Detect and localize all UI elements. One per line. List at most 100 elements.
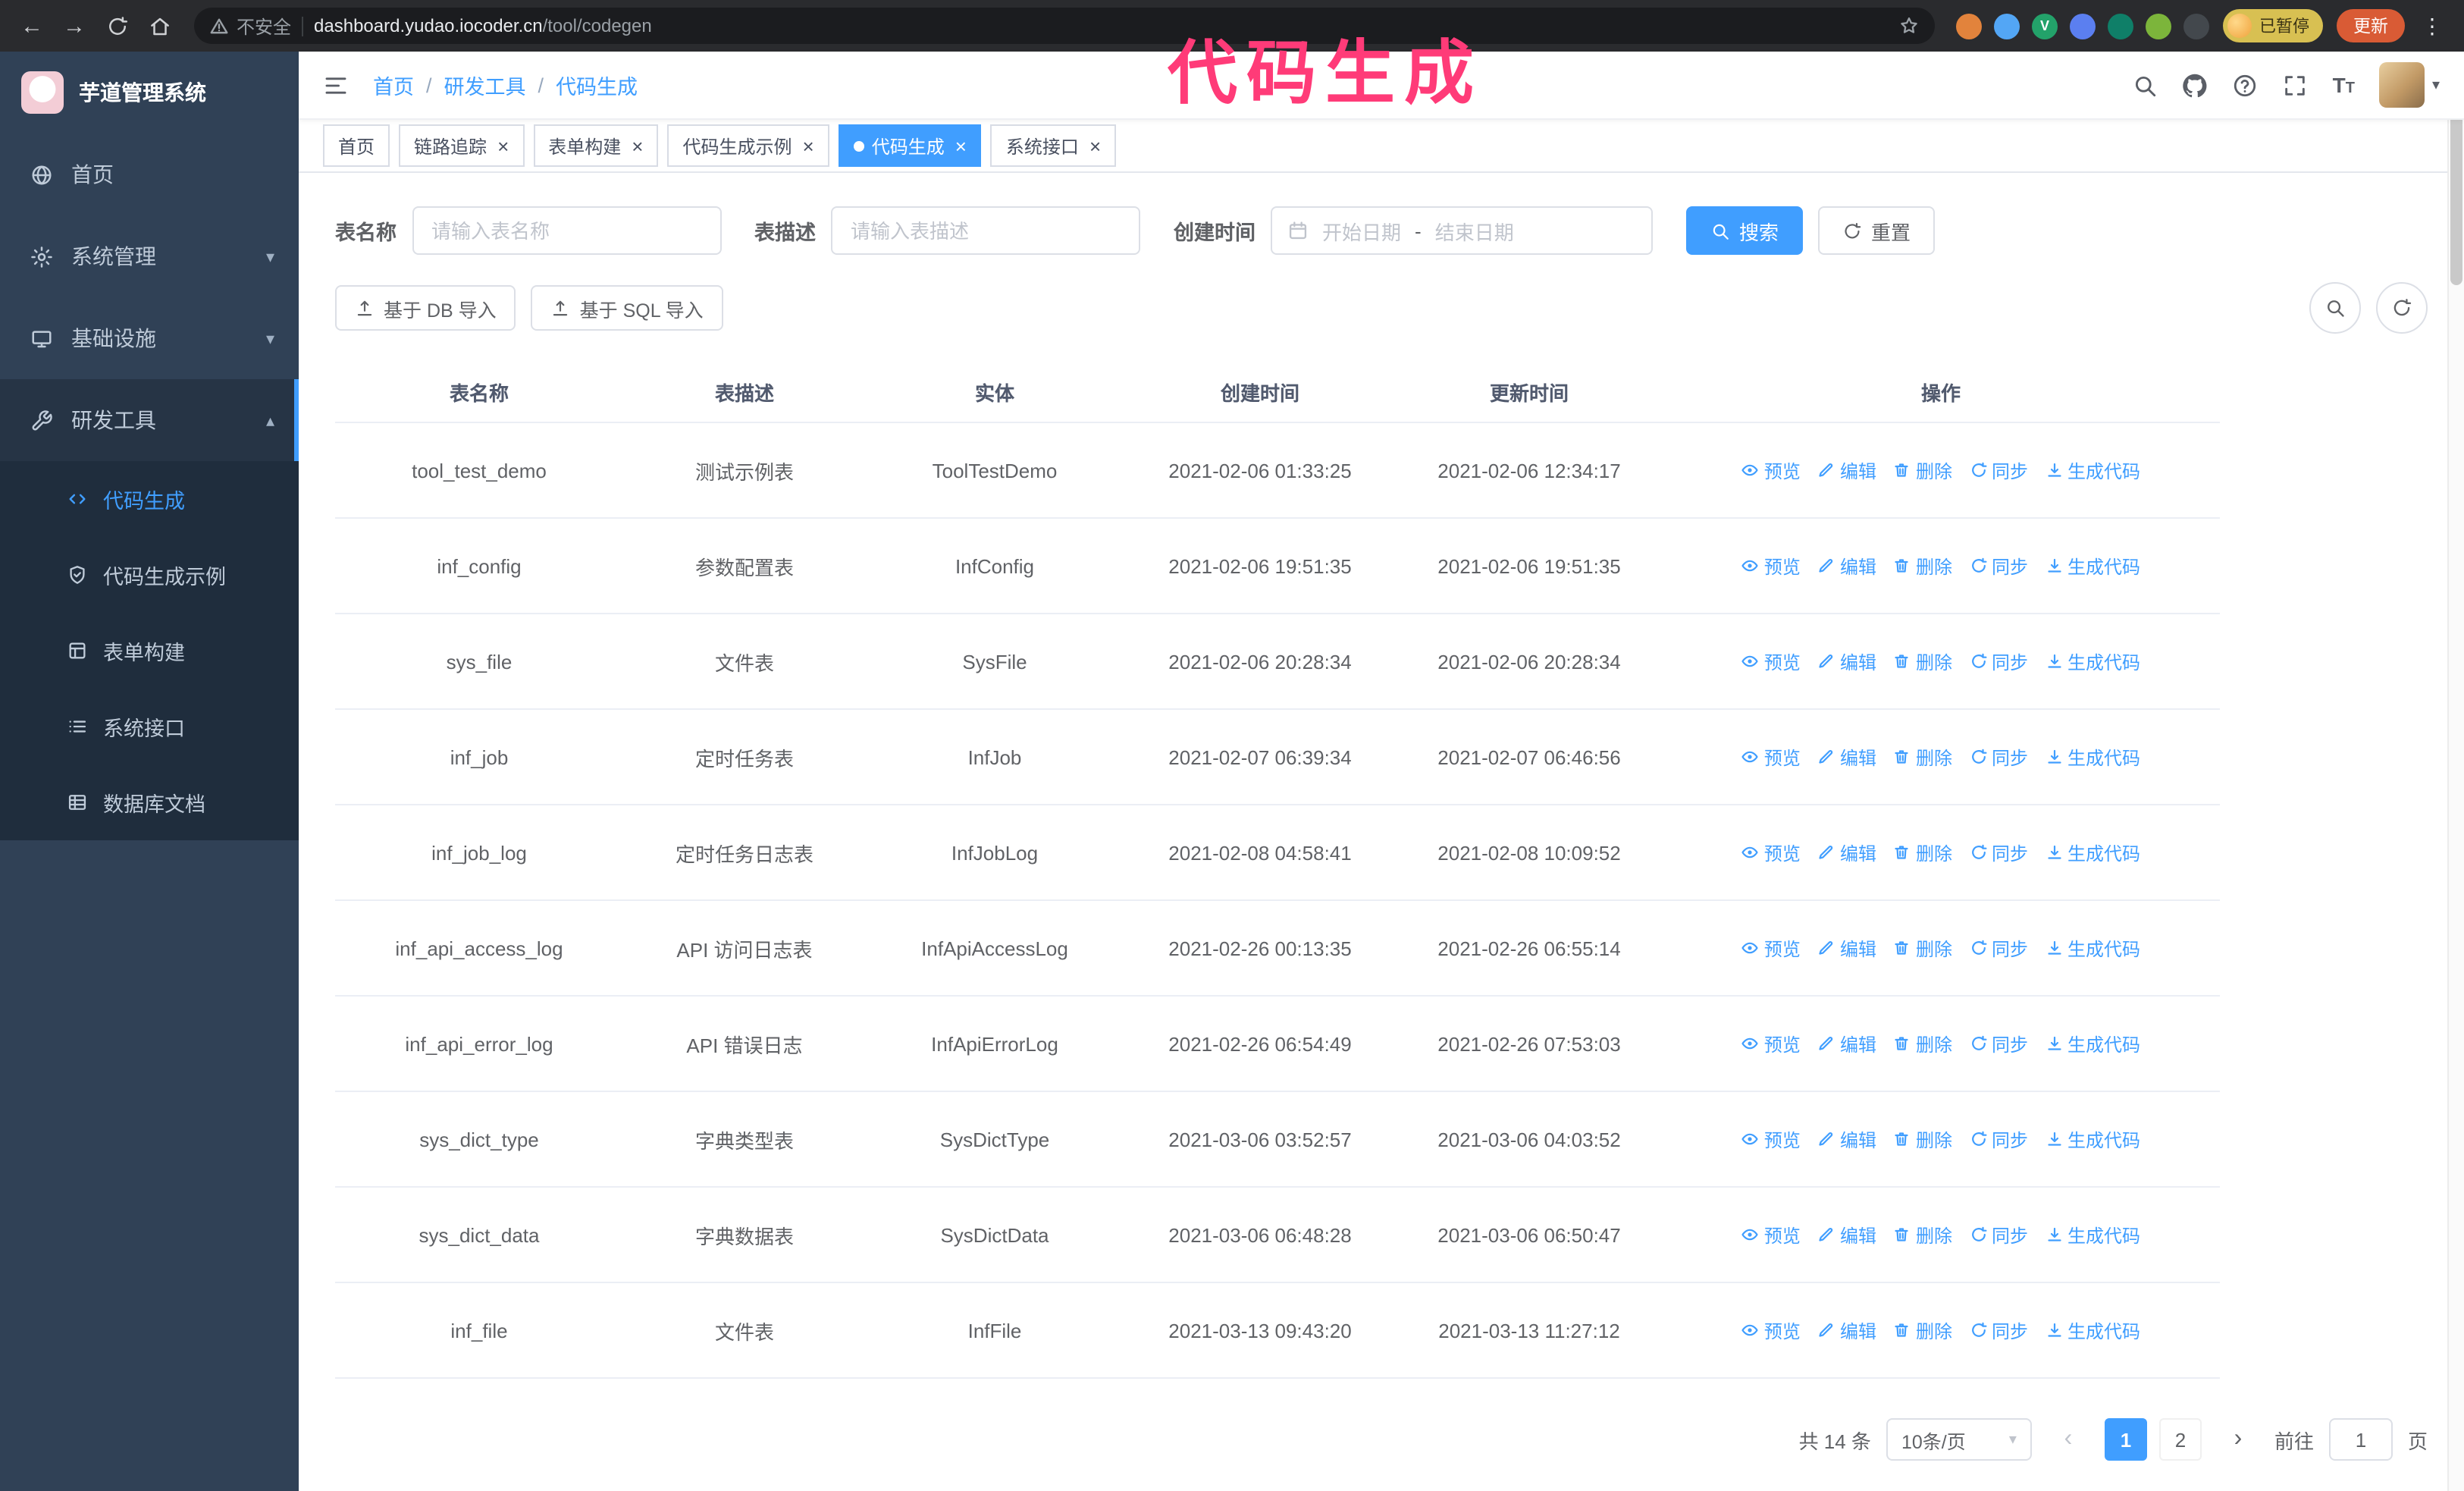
action-sync-link[interactable]: 同步 bbox=[1969, 935, 2028, 961]
import-db-button[interactable]: 基于 DB 导入 bbox=[335, 285, 516, 331]
extension-icon[interactable] bbox=[2108, 13, 2133, 39]
search-button[interactable]: 搜索 bbox=[1686, 206, 1804, 255]
action-delete-link[interactable]: 删除 bbox=[1893, 1031, 1952, 1056]
action-generate-link[interactable]: 生成代码 bbox=[2045, 1317, 2140, 1343]
browser-back-button[interactable]: ← bbox=[12, 6, 52, 46]
sidebar-toggle-icon[interactable] bbox=[323, 72, 349, 98]
sidebar-item-api[interactable]: 系统接口 bbox=[0, 689, 299, 764]
action-edit-link[interactable]: 编辑 bbox=[1817, 840, 1876, 865]
action-preview-link[interactable]: 预览 bbox=[1741, 1031, 1801, 1056]
tab-close-icon[interactable]: × bbox=[632, 136, 643, 155]
browser-forward-button[interactable]: → bbox=[55, 6, 94, 46]
date-range-picker[interactable]: 开始日期 - 结束日期 bbox=[1271, 206, 1653, 255]
action-edit-link[interactable]: 编辑 bbox=[1817, 1031, 1876, 1056]
page-size-select[interactable]: 10条/页 ▾ bbox=[1886, 1418, 2032, 1461]
action-generate-link[interactable]: 生成代码 bbox=[2045, 744, 2140, 770]
action-edit-link[interactable]: 编辑 bbox=[1817, 648, 1876, 674]
action-delete-link[interactable]: 删除 bbox=[1893, 1317, 1952, 1343]
tab-close-icon[interactable]: × bbox=[803, 136, 814, 155]
extension-icon[interactable] bbox=[2146, 13, 2171, 39]
action-sync-link[interactable]: 同步 bbox=[1969, 1222, 2028, 1248]
action-sync-link[interactable]: 同步 bbox=[1969, 840, 2028, 865]
action-edit-link[interactable]: 编辑 bbox=[1817, 1126, 1876, 1152]
toggle-search-button[interactable] bbox=[2309, 282, 2361, 334]
action-sync-link[interactable]: 同步 bbox=[1969, 1031, 2028, 1056]
github-icon[interactable] bbox=[2183, 72, 2209, 98]
action-generate-link[interactable]: 生成代码 bbox=[2045, 935, 2140, 961]
sidebar-item-codegen-example[interactable]: 代码生成示例 bbox=[0, 537, 299, 613]
action-delete-link[interactable]: 删除 bbox=[1893, 1222, 1952, 1248]
action-delete-link[interactable]: 删除 bbox=[1893, 457, 1952, 483]
goto-page-input[interactable] bbox=[2328, 1418, 2393, 1461]
prev-page-button[interactable]: ‹ bbox=[2046, 1418, 2089, 1461]
page-button-1[interactable]: 1 bbox=[2104, 1418, 2147, 1461]
action-delete-link[interactable]: 删除 bbox=[1893, 935, 1952, 961]
import-sql-button[interactable]: 基于 SQL 导入 bbox=[531, 285, 723, 331]
security-chip[interactable]: 不安全 bbox=[209, 13, 291, 39]
search-icon[interactable] bbox=[2133, 72, 2158, 98]
help-icon[interactable] bbox=[2233, 72, 2259, 98]
tab-close-icon[interactable]: × bbox=[1089, 136, 1101, 155]
table-name-input[interactable] bbox=[412, 206, 721, 255]
refresh-table-button[interactable] bbox=[2376, 282, 2428, 334]
action-preview-link[interactable]: 预览 bbox=[1741, 1222, 1801, 1248]
app-logo[interactable]: 芋道管理系统 bbox=[0, 52, 299, 133]
font-size-icon[interactable]: TT bbox=[2333, 74, 2355, 96]
tab-api[interactable]: 系统接口 × bbox=[990, 124, 1117, 167]
action-generate-link[interactable]: 生成代码 bbox=[2045, 1031, 2140, 1056]
sidebar-item-db-doc[interactable]: 数据库文档 bbox=[0, 764, 299, 840]
action-sync-link[interactable]: 同步 bbox=[1969, 1126, 2028, 1152]
action-generate-link[interactable]: 生成代码 bbox=[2045, 840, 2140, 865]
action-preview-link[interactable]: 预览 bbox=[1741, 744, 1801, 770]
action-sync-link[interactable]: 同步 bbox=[1969, 553, 2028, 579]
action-delete-link[interactable]: 删除 bbox=[1893, 840, 1952, 865]
page-button-2[interactable]: 2 bbox=[2158, 1418, 2202, 1461]
extension-icon[interactable]: V bbox=[2032, 13, 2058, 39]
tab-home[interactable]: 首页 bbox=[323, 124, 390, 167]
action-preview-link[interactable]: 预览 bbox=[1741, 840, 1801, 865]
bookmark-star-icon[interactable] bbox=[1898, 15, 1920, 36]
sidebar-item-devtools[interactable]: 研发工具 ▴ bbox=[0, 379, 299, 461]
extension-icon[interactable] bbox=[1994, 13, 2020, 39]
tab-close-icon[interactable]: × bbox=[955, 136, 967, 155]
action-edit-link[interactable]: 编辑 bbox=[1817, 1317, 1876, 1343]
action-sync-link[interactable]: 同步 bbox=[1969, 1317, 2028, 1343]
action-preview-link[interactable]: 预览 bbox=[1741, 1317, 1801, 1343]
action-preview-link[interactable]: 预览 bbox=[1741, 457, 1801, 483]
action-generate-link[interactable]: 生成代码 bbox=[2045, 1126, 2140, 1152]
action-delete-link[interactable]: 删除 bbox=[1893, 744, 1952, 770]
action-edit-link[interactable]: 编辑 bbox=[1817, 744, 1876, 770]
extension-icon[interactable] bbox=[2183, 13, 2209, 39]
user-avatar-button[interactable]: ▾ bbox=[2378, 62, 2440, 108]
browser-menu-icon[interactable]: ⋮ bbox=[2419, 13, 2446, 39]
browser-update-button[interactable]: 更新 bbox=[2337, 9, 2405, 42]
page-scrollbar[interactable] bbox=[2447, 52, 2464, 1491]
tab-close-icon[interactable]: × bbox=[497, 136, 509, 155]
action-edit-link[interactable]: 编辑 bbox=[1817, 457, 1876, 483]
sidebar-item-form-builder[interactable]: 表单构建 bbox=[0, 613, 299, 689]
breadcrumb-item[interactable]: 首页 bbox=[373, 70, 414, 100]
tab-codegen[interactable]: 代码生成 × bbox=[838, 124, 982, 167]
action-generate-link[interactable]: 生成代码 bbox=[2045, 553, 2140, 579]
action-delete-link[interactable]: 删除 bbox=[1893, 648, 1952, 674]
action-preview-link[interactable]: 预览 bbox=[1741, 1126, 1801, 1152]
reset-button[interactable]: 重置 bbox=[1818, 206, 1936, 255]
action-delete-link[interactable]: 删除 bbox=[1893, 1126, 1952, 1152]
browser-reload-button[interactable] bbox=[97, 6, 136, 46]
action-generate-link[interactable]: 生成代码 bbox=[2045, 457, 2140, 483]
breadcrumb-item[interactable]: 研发工具 bbox=[444, 70, 526, 100]
browser-address-bar[interactable]: 不安全 dashboard.yudao.iocoder.cn/tool/code… bbox=[194, 8, 1935, 44]
sidebar-item-infra[interactable]: 基础设施 ▾ bbox=[0, 297, 299, 379]
browser-home-button[interactable] bbox=[140, 6, 179, 46]
table-desc-input[interactable] bbox=[831, 206, 1140, 255]
action-generate-link[interactable]: 生成代码 bbox=[2045, 1222, 2140, 1248]
action-edit-link[interactable]: 编辑 bbox=[1817, 553, 1876, 579]
tab-codegen-example[interactable]: 代码生成示例 × bbox=[667, 124, 829, 167]
action-sync-link[interactable]: 同步 bbox=[1969, 648, 2028, 674]
action-preview-link[interactable]: 预览 bbox=[1741, 935, 1801, 961]
fullscreen-icon[interactable] bbox=[2283, 72, 2309, 98]
next-page-button[interactable]: › bbox=[2216, 1418, 2259, 1461]
extension-icon[interactable] bbox=[2070, 13, 2096, 39]
action-generate-link[interactable]: 生成代码 bbox=[2045, 648, 2140, 674]
action-preview-link[interactable]: 预览 bbox=[1741, 648, 1801, 674]
